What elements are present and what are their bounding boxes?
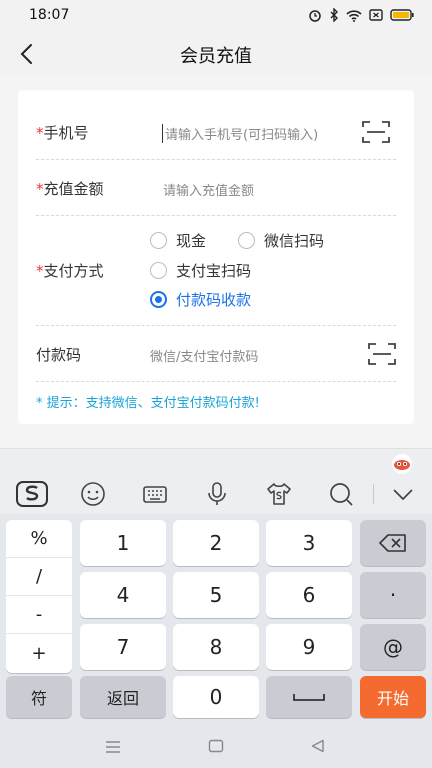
phone-row: *手机号 请输入手机号(可扫码输入) xyxy=(36,90,396,160)
radio-label: 微信扫码 xyxy=(264,232,325,250)
page-content: *手机号 请输入手机号(可扫码输入) *充值金额 请输入充值金额 *支付方式 现… xyxy=(0,76,432,448)
microphone-icon[interactable] xyxy=(204,481,230,507)
backspace-key[interactable] xyxy=(360,520,426,566)
digit-key[interactable]: 9 xyxy=(266,624,352,670)
back-key[interactable]: 返回 xyxy=(80,676,166,718)
status-icons xyxy=(308,8,414,22)
required-mark: * xyxy=(36,180,44,198)
digit-key[interactable]: 0 xyxy=(173,676,259,718)
dot-key[interactable]: · xyxy=(360,572,426,618)
backspace-icon xyxy=(379,534,406,552)
start-key[interactable]: 开始 xyxy=(360,676,426,718)
phone-label-text: 手机号 xyxy=(43,124,89,142)
radio-label: 付款码收款 xyxy=(176,291,252,309)
page-title: 会员充值 xyxy=(180,46,252,67)
symbol-key[interactable]: + xyxy=(6,634,72,672)
radio-label: 支付宝扫码 xyxy=(176,262,252,280)
symbol-key[interactable]: % xyxy=(6,520,72,558)
radio-circle xyxy=(150,291,167,308)
amount-label-text: 充值金额 xyxy=(43,180,104,198)
numeric-keyboard: % / - + 1 2 3 4 5 6 · 7 8 9 @ 符 返回 0 开始 xyxy=(0,514,432,722)
payment-label: *支付方式 xyxy=(36,260,104,281)
digit-key[interactable]: 6 xyxy=(266,572,352,618)
sogou-logo-icon[interactable] xyxy=(16,480,48,508)
space-icon xyxy=(293,694,325,701)
wifi-icon xyxy=(346,9,362,22)
radio-label: 现金 xyxy=(176,232,207,250)
symbol-mode-key[interactable]: 符 xyxy=(6,676,72,718)
phone-input[interactable]: 请输入手机号(可扫码输入) xyxy=(162,124,318,143)
symbol-key[interactable]: / xyxy=(6,558,72,596)
mascot-icon[interactable] xyxy=(391,453,413,475)
digit-key[interactable]: 3 xyxy=(266,520,352,566)
digit-key[interactable]: 5 xyxy=(173,572,259,618)
radio-cash[interactable]: 现金 xyxy=(150,230,206,251)
phone-placeholder: 请输入手机号(可扫码输入) xyxy=(165,128,319,143)
required-mark: * xyxy=(36,124,44,142)
keyboard-toolbar xyxy=(0,448,432,514)
search-icon[interactable] xyxy=(328,481,354,507)
payment-row: *支付方式 现金 微信扫码 支付宝扫码 付款码收款 xyxy=(36,216,396,326)
payment-label-text: 支付方式 xyxy=(43,262,104,280)
battery-icon xyxy=(390,9,414,21)
symbol-key[interactable]: - xyxy=(6,596,72,634)
digit-key[interactable]: 7 xyxy=(80,624,166,670)
back-triangle-icon[interactable] xyxy=(310,739,326,753)
amount-label: *充值金额 xyxy=(36,178,104,199)
radio-circle xyxy=(238,232,255,249)
sim-icon xyxy=(369,9,383,21)
digit-key[interactable]: 4 xyxy=(80,572,166,618)
home-icon[interactable] xyxy=(208,739,224,753)
nav-bar: 会员充值 xyxy=(0,32,432,76)
paycode-scan-icon[interactable] xyxy=(368,342,396,366)
radio-paycode[interactable]: 付款码收款 xyxy=(150,289,251,310)
paycode-label: 付款码 xyxy=(36,346,82,364)
bluetooth-icon xyxy=(330,8,338,22)
system-nav-bar xyxy=(0,722,432,768)
paycode-row: 付款码 微信/支付宝付款码 xyxy=(36,326,396,382)
digit-key[interactable]: 8 xyxy=(173,624,259,670)
amount-input[interactable]: 请输入充值金额 xyxy=(163,180,254,199)
keyboard-icon[interactable] xyxy=(142,481,168,507)
radio-wechat-scan[interactable]: 微信扫码 xyxy=(238,230,324,251)
paycode-input[interactable]: 微信/支付宝付款码 xyxy=(150,346,258,365)
amount-row: *充值金额 请输入充值金额 xyxy=(36,160,396,216)
skin-shirt-icon[interactable] xyxy=(266,481,292,507)
menu-icon[interactable] xyxy=(104,740,122,754)
phone-label: *手机号 xyxy=(36,122,89,143)
payment-tip: * 提示：支持微信、支付宝付款码付款! xyxy=(36,396,260,411)
toolbar-divider xyxy=(373,484,374,504)
at-key[interactable]: @ xyxy=(360,624,426,670)
status-time: 18:07 xyxy=(29,7,70,23)
emoji-icon[interactable] xyxy=(80,481,106,507)
recharge-form-card: *手机号 请输入手机号(可扫码输入) *充值金额 请输入充值金额 *支付方式 现… xyxy=(18,90,414,424)
alarm-icon xyxy=(309,10,321,22)
status-bar: 18:07 xyxy=(0,0,432,32)
symbol-column[interactable]: % / - + xyxy=(6,520,72,673)
space-key[interactable] xyxy=(266,676,352,718)
radio-circle xyxy=(150,262,167,279)
digit-key[interactable]: 1 xyxy=(80,520,166,566)
scan-icon[interactable] xyxy=(362,120,390,144)
collapse-keyboard-icon[interactable] xyxy=(390,481,416,507)
digit-key[interactable]: 2 xyxy=(173,520,259,566)
radio-circle xyxy=(150,232,167,249)
required-mark: * xyxy=(36,262,44,280)
radio-alipay-scan[interactable]: 支付宝扫码 xyxy=(150,260,251,281)
